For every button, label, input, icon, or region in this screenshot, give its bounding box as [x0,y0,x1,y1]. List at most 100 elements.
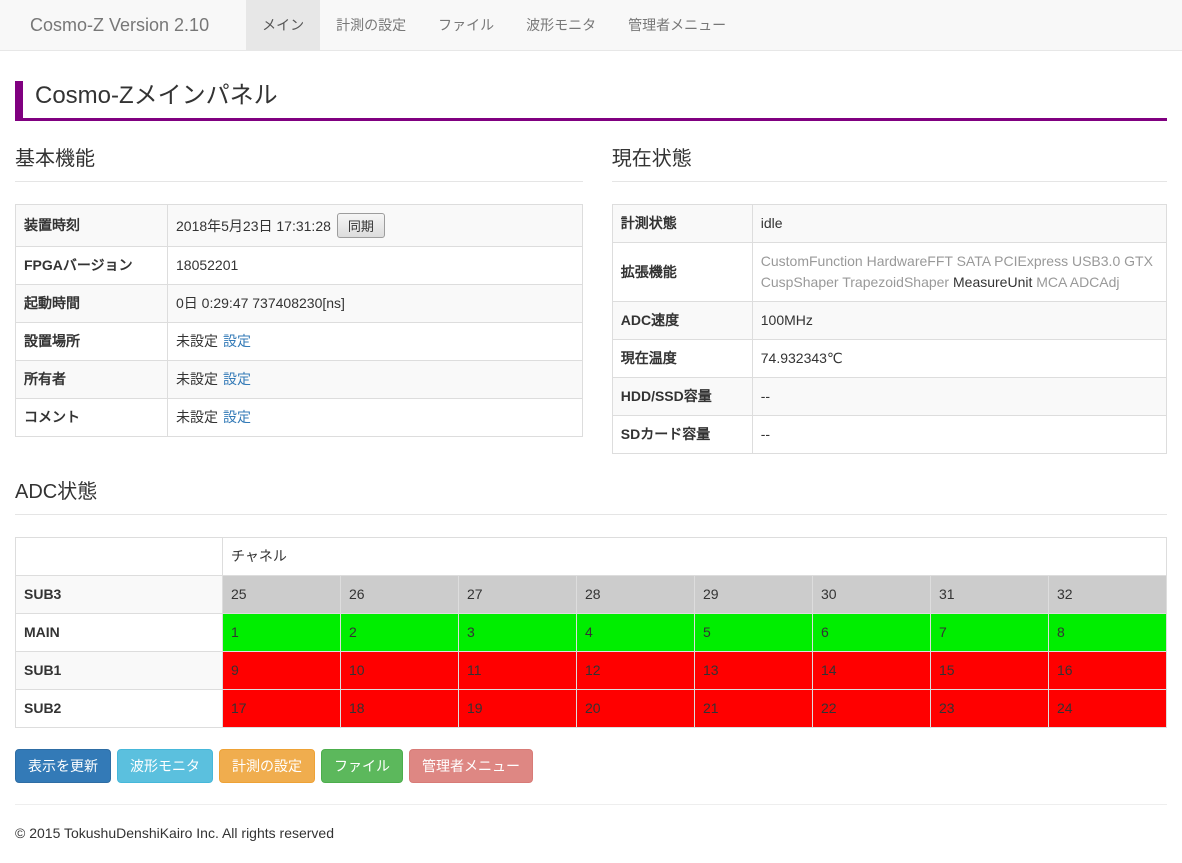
adc-channel-cell: 30 [813,576,931,614]
adc-speed-label: ADC速度 [612,302,752,340]
extended-features-row: 拡張機能CustomFunction HardwareFFT SATA PCIE… [612,243,1166,302]
location-text: 未設定 [176,333,218,349]
adc-channel-cell: 15 [931,652,1049,690]
adc-channel-cell: 29 [695,576,813,614]
fpga-version-row: FPGAバージョン18052201 [16,247,583,285]
adc-header-row: チャネル [16,538,1167,576]
comment-value: 未設定設定 [168,399,583,437]
adc-row-label-sub2: SUB2 [16,690,223,728]
adc-speed-text: 100MHz [761,312,813,328]
navbar: Cosmo-Z Version 2.10 メイン計測の設定ファイル波形モニタ管理… [0,0,1182,51]
adc-channel-cell: 1 [223,614,341,652]
tab-waveform-monitor[interactable]: 波形モニタ [510,0,612,50]
comment-row: コメント未設定設定 [16,399,583,437]
adc-row-label-sub1: SUB1 [16,652,223,690]
adc-channel-cell: 24 [1049,690,1167,728]
device-time-text: 2018年5月23日 17:31:28 [176,218,331,234]
current-temperature-text: 74.932343℃ [761,350,843,366]
device-time-label: 装置時刻 [16,205,168,247]
current-status-heading: 現在状態 [612,147,1167,182]
tab-file[interactable]: ファイル [422,0,510,50]
tab-measurement-settings[interactable]: 計測の設定 [320,0,422,50]
adc-corner-cell [16,538,223,576]
adc-channel-cell: 7 [931,614,1049,652]
adc-channel-cell: 27 [459,576,577,614]
adc-channel-cell: 22 [813,690,931,728]
feature-gtx: GTX [1124,253,1153,269]
adc-row-sub1: SUB1910111213141516 [16,652,1167,690]
measurement-state-row: 計測状態idle [612,205,1166,243]
uptime-row: 起動時間 0日 0:29:47 737408230[ns] [16,285,583,323]
feature-usb3.0: USB3.0 [1072,253,1120,269]
section-adc-status: ADC状態 チャネル SUB32526272829303132MAIN12345… [15,480,1167,728]
owner-set-link[interactable]: 設定 [223,371,251,387]
location-set-link[interactable]: 設定 [223,333,251,349]
basic-functions-heading: 基本機能 [15,147,583,182]
adc-channel-cell: 11 [459,652,577,690]
adc-row-sub3: SUB32526272829303132 [16,576,1167,614]
action-buttons: 表示を更新波形モニタ計測の設定ファイル管理者メニュー [15,749,1167,783]
fpga-version-value: 18052201 [168,247,583,285]
adc-channel-cell: 18 [341,690,459,728]
main-content: Cosmo-Zメインパネル 基本機能 装置時刻2018年5月23日 17:31:… [0,81,1182,863]
measurement-state-value: idle [752,205,1166,243]
adc-channel-cell: 13 [695,652,813,690]
brand-title[interactable]: Cosmo-Z Version 2.10 [15,0,224,50]
current-temperature-row: 現在温度 74.932343℃ [612,340,1166,378]
tab-main[interactable]: メイン [246,0,320,50]
nav-tabs: メイン計測の設定ファイル波形モニタ管理者メニュー [246,0,742,50]
adc-channel-cell: 26 [341,576,459,614]
section-basic-functions: 基本機能 装置時刻 2018年5月23日 17:31:28 同期 FPGAバージョン1… [15,121,583,437]
refresh-display-button[interactable]: 表示を更新 [15,749,111,783]
measurement-settings-button[interactable]: 計測の設定 [219,749,315,783]
uptime-text: 0日 0:29:47 737408230[ns] [176,295,345,311]
adc-channel-cell: 2 [341,614,459,652]
adc-channel-cell: 5 [695,614,813,652]
owner-label: 所有者 [16,361,168,399]
feature-mca: MCA [1036,274,1066,290]
owner-text: 未設定 [176,371,218,387]
sd-card-capacity-row: SDカード容量-- [612,416,1166,454]
current-temperature-label: 現在温度 [612,340,752,378]
adc-channel-cell: 17 [223,690,341,728]
owner-value: 未設定設定 [168,361,583,399]
adc-channel-cell: 16 [1049,652,1167,690]
owner-row: 所有者未設定設定 [16,361,583,399]
uptime-label: 起動時間 [16,285,168,323]
adc-channel-cell: 19 [459,690,577,728]
admin-menu-button[interactable]: 管理者メニュー [409,749,533,783]
device-time-row: 装置時刻 2018年5月23日 17:31:28 同期 [16,205,583,247]
feature-measureunit: MeasureUnit [953,274,1032,290]
device-time-value: 2018年5月23日 17:31:28 同期 [168,205,583,247]
adc-channel-cell: 3 [459,614,577,652]
current-status-table: 計測状態idle拡張機能CustomFunction HardwareFFT S… [612,204,1167,454]
uptime-value: 0日 0:29:47 737408230[ns] [168,285,583,323]
feature-sata: SATA [957,253,991,269]
footer-copyright: © 2015 TokushuDenshiKairo Inc. All right… [15,825,1167,863]
feature-cuspshaper: CuspShaper [761,274,839,290]
feature-hardwarefft: HardwareFFT [867,253,953,269]
device-time-sync-button[interactable]: 同期 [337,213,385,238]
adc-speed-value: 100MHz [752,302,1166,340]
adc-status-table: チャネル SUB32526272829303132MAIN12345678SUB… [15,537,1167,728]
hdd-ssd-capacity-text: -- [761,388,770,404]
current-temperature-value: 74.932343℃ [752,340,1166,378]
comment-set-link[interactable]: 設定 [223,409,251,425]
file-button[interactable]: ファイル [321,749,403,783]
location-row: 設置場所未設定設定 [16,323,583,361]
page-title: Cosmo-Zメインパネル [15,81,1167,121]
comment-text: 未設定 [176,409,218,425]
footer-divider [15,804,1167,805]
measurement-state-text: idle [761,215,783,231]
waveform-monitor-button[interactable]: 波形モニタ [117,749,213,783]
feature-trapezoidshaper: TrapezoidShaper [842,274,949,290]
adc-row-main: MAIN12345678 [16,614,1167,652]
extended-features-value: CustomFunction HardwareFFT SATA PCIExpre… [752,243,1166,302]
location-label: 設置場所 [16,323,168,361]
adc-channel-cell: 23 [931,690,1049,728]
adc-row-label-main: MAIN [16,614,223,652]
tab-admin-menu[interactable]: 管理者メニュー [612,0,742,50]
location-value: 未設定設定 [168,323,583,361]
adc-channel-cell: 6 [813,614,931,652]
adc-channel-cell: 32 [1049,576,1167,614]
